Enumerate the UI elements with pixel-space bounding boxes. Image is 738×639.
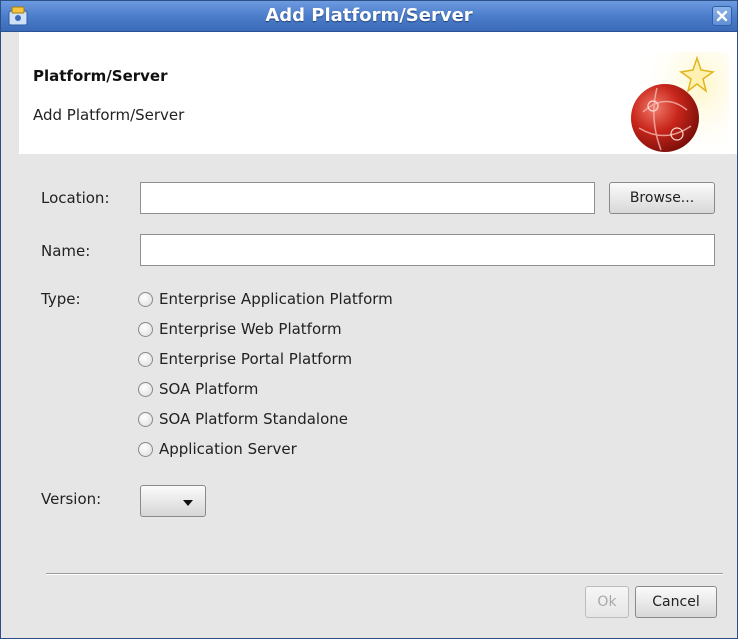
type-option-label: Enterprise Portal Platform — [159, 350, 353, 368]
type-option-radio[interactable]: Enterprise Portal Platform — [138, 346, 352, 372]
name-label: Name: — [41, 242, 91, 260]
type-option-radio[interactable]: SOA Platform — [138, 376, 258, 402]
radio-button[interactable] — [138, 321, 153, 337]
banner-description: Add Platform/Server — [33, 106, 185, 124]
window-title: Add Platform/Server — [265, 5, 473, 26]
chevron-down-icon — [183, 500, 193, 506]
cancel-button[interactable]: Cancel — [635, 586, 717, 618]
type-option-label: SOA Platform Standalone — [159, 410, 349, 428]
version-dropdown[interactable] — [140, 485, 206, 517]
type-option-radio[interactable]: Enterprise Application Platform — [138, 286, 393, 312]
radio-button[interactable] — [138, 351, 153, 367]
header-banner: Platform/Server Add Platform/Server — [19, 32, 737, 164]
ok-button[interactable]: Ok — [585, 586, 629, 618]
type-option-label: Application Server — [159, 440, 297, 458]
radio-button[interactable] — [138, 291, 153, 307]
add-platform-dialog: Add Platform/Server Platform/Server Add … — [0, 0, 738, 639]
type-option-radio[interactable]: Application Server — [138, 436, 297, 462]
type-label: Type: — [41, 290, 81, 308]
type-option-label: Enterprise Web Platform — [159, 320, 342, 338]
name-field[interactable] — [140, 234, 715, 266]
close-icon — [716, 10, 728, 22]
title-bar[interactable]: Add Platform/Server — [1, 1, 737, 32]
radio-button[interactable] — [138, 411, 153, 427]
type-option-radio[interactable]: SOA Platform Standalone — [138, 406, 348, 432]
type-option-label: Enterprise Application Platform — [159, 290, 393, 308]
browse-button[interactable]: Browse... — [609, 182, 715, 214]
close-button[interactable] — [712, 6, 732, 26]
banner-title: Platform/Server — [33, 67, 168, 85]
type-option-label: SOA Platform — [159, 380, 259, 398]
location-field[interactable] — [140, 182, 595, 214]
radio-button[interactable] — [138, 441, 153, 457]
location-label: Location: — [41, 189, 110, 207]
type-option-radio[interactable]: Enterprise Web Platform — [138, 316, 342, 342]
radio-button[interactable] — [138, 381, 153, 397]
version-label: Version: — [41, 490, 102, 508]
footer-separator — [46, 573, 723, 575]
ornament-icon — [631, 52, 729, 164]
